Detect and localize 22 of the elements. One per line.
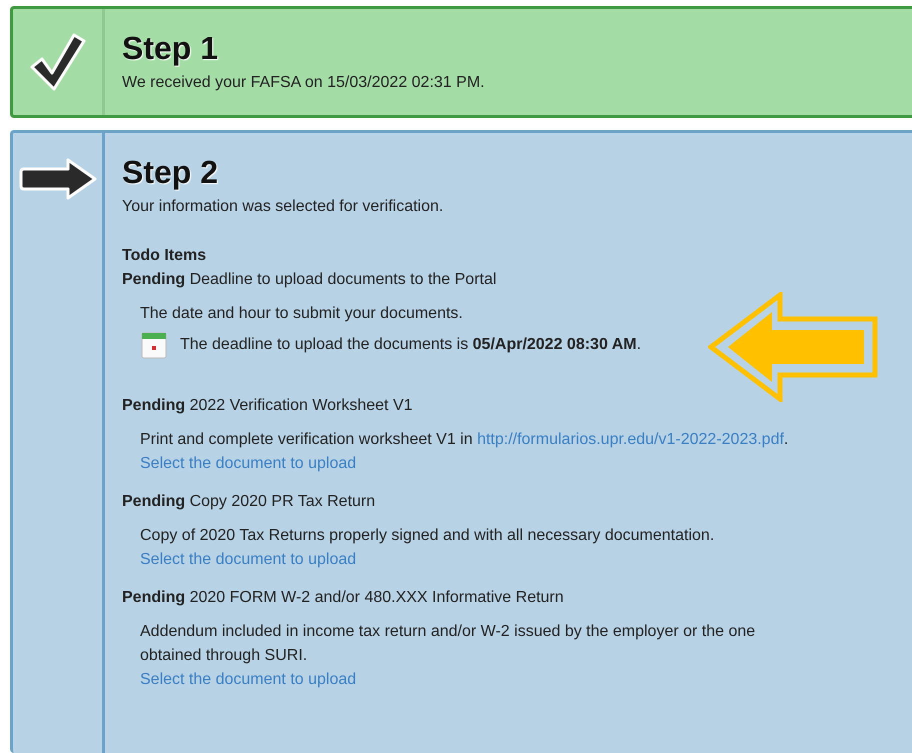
checkmark-icon (28, 31, 88, 93)
item-description: Addendum included in income tax return and/or W-2 issued by the employer or the one obtained through SURI. (140, 622, 756, 666)
step-title: Step 2 (122, 153, 220, 191)
step-description: Your information was selected for verification. (122, 197, 444, 217)
step-description: We received your FAFSA on 15/03/2022 02:31 PM. (122, 73, 486, 93)
item-title: Pending Copy 2020 PR Tax Return (122, 492, 376, 512)
item-description: The date and hour to submit your documents. (140, 304, 464, 324)
item-title: Pending Deadline to upload documents to the Portal (122, 270, 498, 290)
item-title: Pending 2022 Verification Worksheet V1 (122, 396, 414, 416)
item-description: Copy of 2020 Tax Returns properly signed and with all necessary documentation. (140, 526, 716, 546)
highlight-arrow-icon (708, 292, 880, 402)
deadline-text: The deadline to upload the documents is 05/Apr/2022 08:30 AM. (180, 335, 642, 355)
step-title: Step 1 (122, 29, 220, 67)
upload-link[interactable]: Select the document to upload (140, 668, 356, 692)
calendar-icon (140, 330, 168, 360)
upload-link[interactable]: Select the document to upload (140, 452, 356, 476)
todo-heading: Todo Items (122, 246, 208, 266)
upload-link[interactable]: Select the document to upload (140, 548, 356, 572)
arrow-right-icon (18, 157, 98, 201)
item-title: Pending 2020 FORM W-2 and/or 480.XXX Informative Return (122, 588, 565, 608)
item-description: Print and complete verification worksheet V1 in http://formularios.upr.edu/v1-2022-2023.pdf. (140, 430, 790, 450)
document-link[interactable]: http://formularios.upr.edu/v1-2022-2023.pdf (477, 431, 784, 448)
